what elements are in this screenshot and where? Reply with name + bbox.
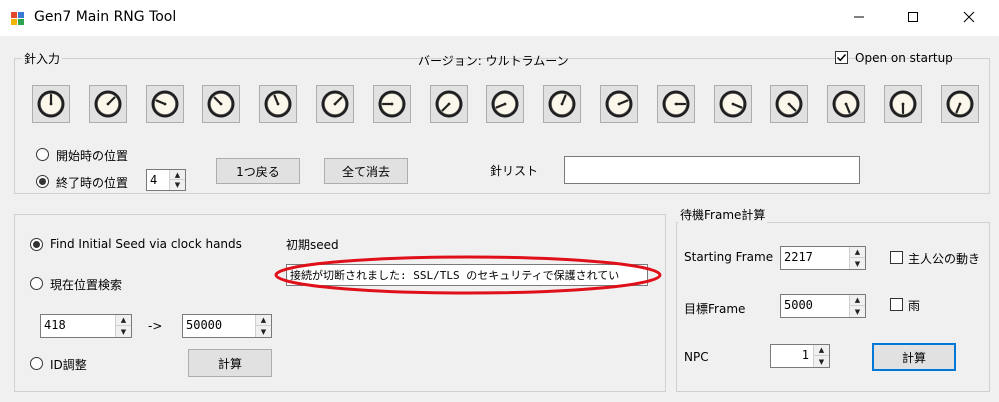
starting-frame-label: Starting Frame [684,250,774,264]
clock-hand-button[interactable] [259,85,298,123]
back-one-button[interactable]: 1つ戻る [216,158,300,184]
position-end-radio[interactable] [36,175,49,188]
stepper-down-icon[interactable]: ▼ [814,356,829,367]
end-position-stepper[interactable]: 4 ▲ ▼ [146,169,186,191]
find-seed-label: Find Initial Seed via clock hands [50,237,242,251]
clock-hand-button[interactable] [827,85,866,123]
clock-hand-buttons [32,85,979,125]
clock-face-icon [548,90,576,118]
clock-hand-button[interactable] [486,85,525,123]
clock-face-icon [946,90,974,118]
protagonist-label: 主人公の動き [908,252,981,266]
clock-face-icon [264,90,292,118]
stepper-up-icon[interactable]: ▲ [170,170,185,180]
clock-hand-button[interactable] [372,85,411,123]
clock-face-icon [775,90,803,118]
clock-hand-button[interactable] [656,85,695,123]
stepper-up-icon[interactable]: ▲ [256,315,271,326]
clock-hand-button[interactable] [884,85,922,123]
clock-face-icon [435,90,463,118]
stepper-down-icon[interactable]: ▼ [256,326,271,337]
protagonist-checkbox[interactable] [890,251,903,264]
clock-face-icon [94,90,122,118]
id-adjust-label: ID調整 [50,358,87,372]
rain-label: 雨 [908,299,921,313]
range-to-value: 50000 [186,318,223,332]
clock-face-icon [605,90,633,118]
clock-face-icon [321,90,349,118]
clock-hand-button[interactable] [202,85,241,123]
clock-hand-button[interactable] [770,85,809,123]
target-frame-label: 目標Frame [684,302,746,316]
clock-face-icon [719,90,747,118]
clock-face-icon [378,90,406,118]
clock-face-icon [662,90,690,118]
position-start-radio[interactable] [36,148,49,161]
open-on-startup-label: Open on startup [855,51,953,65]
stepper-down-icon[interactable]: ▼ [850,306,865,317]
current-position-radio[interactable] [30,277,43,290]
minimize-icon [854,16,864,18]
wait-frame-calc-button[interactable]: 計算 [872,343,956,371]
needle-input-label: 針入力 [22,50,63,67]
app-icon [11,12,24,25]
clock-hand-button[interactable] [88,85,127,123]
clock-face-icon [832,90,860,118]
target-frame-value: 5000 [784,298,813,312]
needle-list-label: 針リスト [490,164,539,178]
window-title: Gen7 Main RNG Tool [34,9,177,25]
version-label: バージョン: ウルトラムーン [418,54,569,68]
search-calc-button[interactable]: 計算 [188,349,272,377]
red-annotation-ellipse [274,255,662,295]
position-start-label: 開始時の位置 [56,149,129,163]
range-to-stepper[interactable]: 50000 ▲ ▼ [182,314,272,338]
needle-list-input[interactable] [564,156,860,184]
stepper-up-icon[interactable]: ▲ [116,315,131,326]
clock-face-icon [889,90,917,118]
stepper-up-icon[interactable]: ▲ [850,295,865,306]
clear-all-button[interactable]: 全て消去 [324,158,408,184]
checkmark-icon [836,53,847,62]
current-position-label: 現在位置検索 [50,278,123,292]
stepper-down-icon[interactable]: ▼ [850,258,865,269]
npc-value: 1 [801,348,809,362]
clock-face-icon [37,90,65,118]
close-button[interactable] [946,0,992,34]
maximize-button[interactable] [890,0,936,34]
rain-checkbox[interactable] [890,298,903,311]
range-from-stepper[interactable]: 418 ▲ ▼ [40,314,132,338]
clock-hand-button[interactable] [316,85,354,123]
open-on-startup-checkbox[interactable] [835,51,848,64]
seed-label: 初期seed [286,238,339,252]
target-frame-stepper[interactable]: 5000 ▲ ▼ [780,294,866,318]
clock-face-icon [207,90,235,118]
stepper-down-icon[interactable]: ▼ [116,326,131,337]
position-end-label: 終了時の位置 [56,176,129,190]
clock-hand-button[interactable] [600,85,638,123]
id-adjust-radio[interactable] [30,357,43,370]
starting-frame-value: 2217 [784,250,813,264]
stepper-down-icon[interactable]: ▼ [170,180,185,190]
stepper-up-icon[interactable]: ▲ [850,247,865,258]
starting-frame-stepper[interactable]: 2217 ▲ ▼ [780,246,866,270]
range-arrow: -> [148,319,163,333]
clock-hand-button[interactable] [940,85,979,123]
stepper-up-icon[interactable]: ▲ [814,345,829,356]
clock-face-icon [491,90,519,118]
clock-hand-button[interactable] [145,85,184,123]
close-icon [963,11,975,23]
npc-label: NPC [684,350,709,364]
range-from-value: 418 [44,318,66,332]
minimize-button[interactable] [836,0,882,34]
clock-hand-button[interactable] [543,85,582,123]
maximize-icon [908,12,918,22]
end-position-value: 4 [150,173,158,187]
find-seed-radio[interactable] [30,238,43,251]
clock-hand-button[interactable] [713,85,752,123]
wait-frame-label: 待機Frame計算 [678,206,768,223]
clock-hand-button[interactable] [32,85,70,123]
clock-face-icon [151,90,179,118]
clock-hand-button[interactable] [429,85,468,123]
npc-stepper[interactable]: 1 ▲ ▼ [770,344,830,368]
